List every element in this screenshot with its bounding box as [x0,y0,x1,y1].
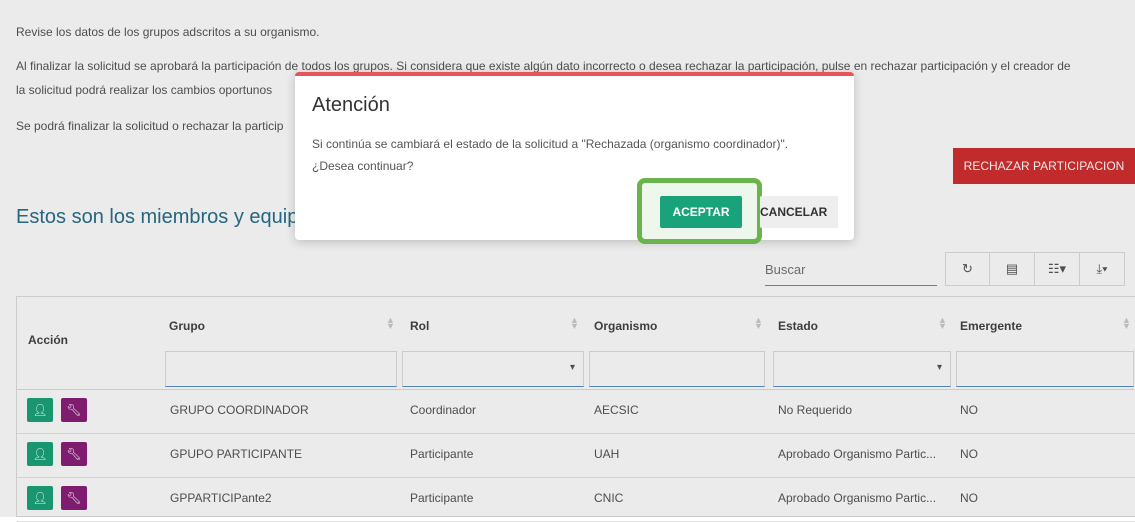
cancel-button[interactable]: CANCELAR [760,196,838,228]
dialog-question: ¿Desea continuar? [312,159,414,173]
dialog-message: Si continúa se cambiará el estado de la … [312,137,789,151]
dialog-title: Atención [312,94,390,116]
accept-button[interactable]: ACEPTAR [660,196,742,228]
page: Revise los datos de los grupos adscritos… [0,0,1135,522]
